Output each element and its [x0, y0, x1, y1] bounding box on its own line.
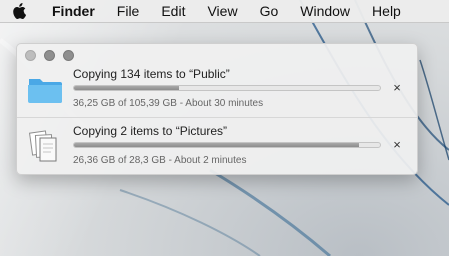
cancel-copy-button[interactable]: ×: [391, 81, 403, 94]
close-window-button[interactable]: [25, 50, 36, 61]
traffic-lights: [25, 50, 74, 61]
menu-edit[interactable]: Edit: [150, 0, 196, 22]
progress-bar: [73, 85, 381, 91]
copy-status: 36,25 GB of 105,39 GB - About 30 minutes: [73, 98, 264, 109]
menu-finder[interactable]: Finder: [40, 0, 106, 22]
menu-bar: Finder File Edit View Go Window Help: [0, 0, 449, 23]
copy-task-row: Copying 134 items to “Public” 36,25 GB o…: [17, 61, 417, 117]
progress-fill: [74, 86, 180, 90]
copy-title: Copying 2 items to “Pictures”: [73, 124, 228, 138]
copy-progress-window: Copying 134 items to “Public” 36,25 GB o…: [16, 43, 418, 175]
copy-status: 26,36 GB of 28,3 GB - About 2 minutes: [73, 155, 247, 166]
progress-fill: [74, 143, 359, 147]
menu-window[interactable]: Window: [289, 0, 361, 22]
copy-title: Copying 134 items to “Public”: [73, 67, 230, 81]
cancel-copy-button[interactable]: ×: [391, 138, 403, 151]
zoom-window-button[interactable]: [63, 50, 74, 61]
progress-bar: [73, 142, 381, 148]
apple-icon[interactable]: [12, 3, 32, 19]
menu-go[interactable]: Go: [249, 0, 290, 22]
copy-task-row: Copying 2 items to “Pictures” 26,36 GB o…: [17, 117, 417, 174]
documents-icon: [27, 130, 63, 162]
menu-help[interactable]: Help: [361, 0, 412, 22]
minimize-window-button[interactable]: [44, 50, 55, 61]
menu-file[interactable]: File: [106, 0, 151, 22]
menu-view[interactable]: View: [196, 0, 248, 22]
folder-icon: [27, 73, 63, 105]
